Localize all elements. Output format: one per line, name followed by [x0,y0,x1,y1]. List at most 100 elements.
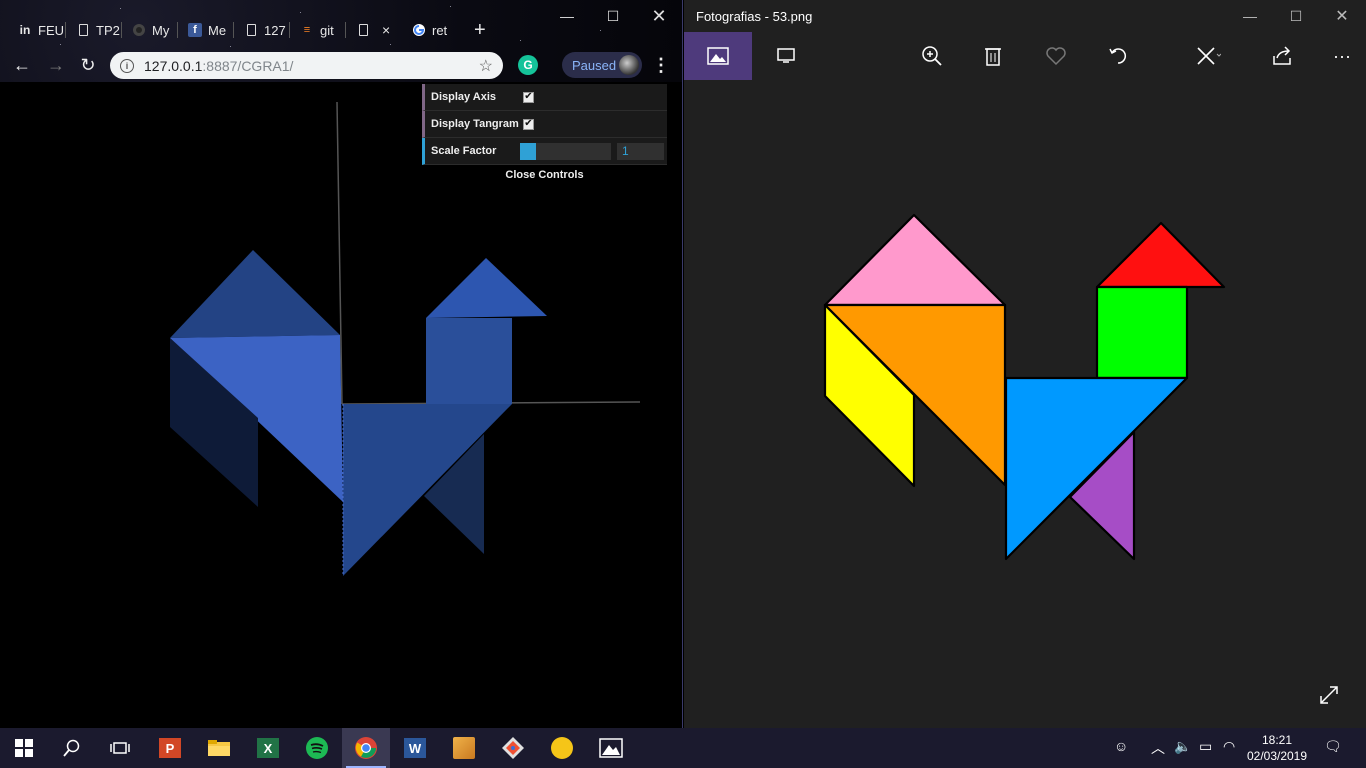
tab-label: FEU [38,22,64,38]
scale-factor-input[interactable]: 1 [617,143,664,160]
search-icon [63,739,80,757]
volume-icon[interactable]: 🔈 [1174,738,1191,755]
feup-icon: in [19,23,31,37]
powerpoint-button[interactable]: P [146,728,194,768]
avatar [619,55,639,75]
spotify-button[interactable] [293,728,341,768]
wifi-icon[interactable]: ◠ [1223,738,1235,755]
maximize-button[interactable]: ☐ [599,6,627,26]
address-bar[interactable]: i 127.0.0.1:8887/CGRA1/ ☆ [110,52,503,79]
task-view-icon [110,742,130,754]
tab-label: TP2 [96,22,120,38]
display-axis-label: Display Axis [431,91,497,103]
chevron-up-icon[interactable]: ︿ [1151,738,1165,758]
display-tangram-checkbox[interactable]: ✔ [523,118,534,130]
spotify-icon [306,737,328,759]
stackoverflow-icon: ≡ [303,24,311,36]
git-gui-button[interactable] [489,728,537,768]
tangram-head-triangle [426,258,547,318]
document-icon [244,23,258,37]
clock-date: 02/03/2019 [1246,749,1308,763]
display-axis-checkbox[interactable]: ✔ [523,91,534,103]
tab-tp2[interactable]: TP2 [66,14,122,46]
bookmark-star-icon[interactable]: ☆ [479,56,493,76]
url-host: 127.0.0.1 [144,57,203,74]
tab-google[interactable]: ret [402,14,462,46]
scale-factor-slider[interactable] [520,143,611,160]
people-icon[interactable]: ☺ [1114,738,1128,754]
new-tab-button[interactable]: + [468,14,496,46]
search-button[interactable] [48,728,96,768]
slider-fill [520,143,537,160]
display-tangram-label: Display Tangram [431,118,519,130]
tab-git[interactable]: ≡ git [290,14,346,46]
controls-panel: Display Axis ✔ Display Tangram ✔ Scale F… [422,84,667,185]
tab-active[interactable]: × [346,14,402,46]
tangram-image [823,213,1226,561]
app-button[interactable] [538,728,586,768]
tab-label: git [320,22,334,38]
green-square [1095,285,1189,380]
minimize-button[interactable]: — [553,6,581,26]
tangram-square [426,318,512,404]
profile-button[interactable]: Paused [562,52,642,78]
url-path: :8887/CGRA1/ [202,57,294,74]
chrome-titlebar: in FEU TP2 My f Me 127 ≡ git × ret + — ☐… [0,0,682,82]
facebook-icon: f [188,23,202,37]
snipping-tool-icon [453,737,475,759]
chrome-button[interactable] [342,728,390,768]
excel-icon: X [257,738,279,758]
tab-label: ret [432,22,448,38]
close-controls-button[interactable]: Close Controls [422,165,667,185]
start-button[interactable] [0,728,48,768]
powerpoint-icon: P [159,738,181,758]
excel-button[interactable]: X [244,728,292,768]
photos-button[interactable] [587,728,635,768]
profile-status: Paused [572,57,617,73]
plus-icon: + [474,18,486,41]
photos-window: Fotografias - 53.png — ☐ ✕ ··· [684,0,1366,728]
clock[interactable]: 18:21 02/03/2019 [1242,732,1312,764]
word-icon: W [404,738,426,758]
tab-label: 127 [264,22,286,38]
tab-close-icon[interactable]: × [382,22,390,38]
clock-time: 18:21 [1261,733,1293,747]
yellow-app-icon [551,737,573,759]
tangram-top-left-triangle [170,250,340,338]
info-icon[interactable]: i [120,58,134,73]
pink-triangle [823,213,1007,307]
expand-icon [1320,686,1338,704]
grammarly-icon[interactable]: G [518,55,538,75]
scale-factor-row: Scale Factor 1 [422,138,667,165]
tab-127[interactable]: 127 [234,14,290,46]
folder-icon [208,740,230,756]
word-button[interactable]: W [391,728,439,768]
battery-icon[interactable]: ▭ [1199,738,1212,755]
photos-icon [599,738,623,758]
github-icon [132,23,146,37]
back-button[interactable]: ← [10,54,34,76]
task-view-button[interactable] [96,728,144,768]
reload-button[interactable]: ↻ [76,54,100,76]
snipping-tool-button[interactable] [440,728,488,768]
notifications-icon[interactable]: 🗨 [1324,738,1342,755]
forward-button[interactable]: → [44,54,68,76]
document-icon [356,23,370,37]
chrome-window: in FEU TP2 My f Me 127 ≡ git × ret + — ☐… [0,0,683,728]
tab-facebook[interactable]: f Me [178,14,234,46]
fullscreen-button[interactable] [1318,684,1340,706]
git-icon [502,737,524,759]
display-tangram-row[interactable]: Display Tangram ✔ [422,111,667,138]
file-explorer-button[interactable] [195,728,243,768]
document-icon [76,23,90,37]
chrome-menu-icon[interactable]: ⋮ [652,54,670,76]
tab-github[interactable]: My [122,14,178,46]
display-axis-row[interactable]: Display Axis ✔ [422,84,667,111]
google-icon [412,23,426,37]
blue-triangle [1004,376,1189,561]
taskbar: P X W ☺ ︿ 🔈 ▭ ◠ 18:21 02/03/2019 🗨 [0,728,1366,768]
chrome-icon [355,737,377,759]
windows-icon [15,739,33,757]
close-button[interactable]: ✕ [645,6,673,26]
tab-feup[interactable]: in FEU [8,14,66,46]
